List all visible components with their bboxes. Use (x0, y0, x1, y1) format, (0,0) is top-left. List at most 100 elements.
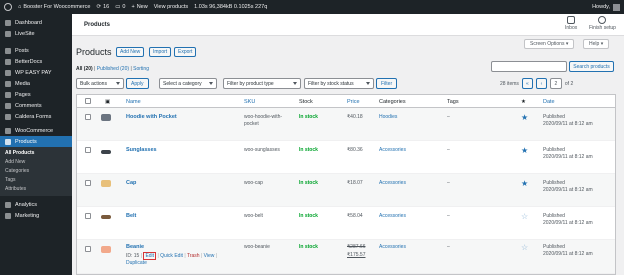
product-thumbnail[interactable] (101, 150, 111, 154)
quick-edit-link[interactable]: Quick Edit (160, 253, 183, 259)
submenu-all-products[interactable]: All Products (0, 149, 72, 158)
sorting-link[interactable]: Sorting (133, 66, 149, 72)
sidebar-item-betterdocs[interactable]: BetterDocs (0, 56, 72, 67)
product-thumbnail[interactable] (101, 180, 111, 187)
comments-link[interactable]: ▭ 0 (115, 4, 125, 10)
category-link[interactable]: Accessories (379, 180, 406, 186)
add-new-button[interactable]: Add New (116, 47, 145, 57)
apply-button[interactable]: Apply (126, 78, 149, 89)
price-text: ₹80.36 (347, 147, 363, 153)
wordpress-logo-icon[interactable] (4, 3, 12, 11)
submenu-attributes[interactable]: Attributes (0, 185, 72, 194)
status-filter-links: All (20) | Published (20) | Sorting (76, 66, 149, 72)
woocommerce-header: Products Inbox Finish setup (72, 14, 624, 36)
table-row: Belt woo-belt In stock ₹58.04 Accessorie… (77, 207, 615, 240)
view-products-link[interactable]: View products (154, 4, 188, 10)
site-name-link[interactable]: ⌂ Booster For Woocommerce (18, 4, 90, 10)
stock-status-select[interactable]: Filter by stock status (304, 78, 374, 89)
updates-link[interactable]: ⟳ 16 (96, 4, 109, 10)
featured-star-empty-icon[interactable]: ☆ (521, 213, 528, 221)
sidebar-item-products[interactable]: Products (0, 136, 72, 147)
screen-options-button[interactable]: Screen Options ▾ (524, 39, 575, 49)
sidebar-item-woocommerce[interactable]: WooCommerce (0, 125, 72, 136)
sidebar-item-wp-easy-pay[interactable]: WP EASY PAY (0, 67, 72, 78)
category-select[interactable]: Select a category (159, 78, 217, 89)
date-text: 2020/09/11 at 8:12 am (543, 121, 593, 127)
product-type-select[interactable]: Filter by product type (223, 78, 301, 89)
avatar (613, 3, 620, 11)
product-name-link[interactable]: Sunglasses (126, 147, 157, 153)
search-input[interactable] (491, 61, 567, 72)
image-column-icon: ▣ (105, 99, 111, 105)
row-checkbox[interactable] (85, 180, 91, 186)
home-icon: ⌂ (18, 4, 22, 10)
featured-star-icon[interactable]: ★ (521, 147, 528, 155)
user-menu[interactable]: Howdy, (592, 0, 620, 14)
bulk-actions-select[interactable]: Bulk actions (76, 78, 124, 89)
filter-button[interactable]: Filter (376, 78, 398, 89)
page-icon (5, 91, 11, 98)
submenu-tags[interactable]: Tags (0, 176, 72, 185)
query-monitor-metrics[interactable]: 1.03s 96,384kB 0.1025s 227q (194, 4, 267, 10)
view-published-link[interactable]: Published (20) (97, 66, 129, 72)
featured-star-icon[interactable]: ★ (521, 180, 528, 188)
sidebar-item-marketing[interactable]: Marketing (0, 210, 72, 221)
edit-link[interactable]: Edit (143, 252, 157, 260)
export-button[interactable]: Export (174, 47, 197, 57)
inbox-button[interactable]: Inbox (565, 16, 577, 31)
duplicate-link[interactable]: Duplicate (126, 260, 147, 266)
sidebar-item-dashboard[interactable]: Dashboard (0, 17, 72, 28)
product-name-link[interactable]: Cap (126, 180, 136, 186)
total-pages: of 2 (564, 80, 574, 87)
sidebar-item-posts[interactable]: Posts (0, 45, 72, 56)
column-date[interactable]: Date (543, 99, 555, 105)
product-thumbnail[interactable] (101, 246, 111, 253)
sidebar-item-pages[interactable]: Pages (0, 89, 72, 100)
row-checkbox[interactable] (85, 213, 91, 219)
view-all-link[interactable]: All (20) (76, 66, 93, 72)
column-categories: Categories (379, 99, 406, 105)
category-link[interactable]: Accessories (379, 213, 406, 219)
date-text: 2020/09/11 at 8:12 am (543, 220, 593, 226)
search-products-button[interactable]: Search products (569, 61, 614, 72)
row-checkbox[interactable] (85, 114, 91, 120)
category-link[interactable]: Hoodies (379, 114, 397, 120)
column-name[interactable]: Name (126, 99, 141, 105)
featured-star-icon[interactable]: ★ (521, 114, 528, 122)
sidebar-item-analytics[interactable]: Analytics (0, 199, 72, 210)
featured-star-empty-icon[interactable]: ☆ (521, 244, 528, 252)
sidebar-item-media[interactable]: Media (0, 78, 72, 89)
chevron-down-icon (116, 82, 120, 85)
stock-status: In stock (299, 244, 318, 250)
category-link[interactable]: Accessories (379, 147, 406, 153)
row-checkbox[interactable] (85, 246, 91, 252)
product-name-link[interactable]: Beanie (126, 244, 144, 250)
column-featured-star-icon[interactable]: ★ (521, 99, 526, 105)
sale-price: ₹175.57 (347, 252, 366, 258)
select-all-checkbox[interactable] (85, 98, 91, 104)
category-link[interactable]: Accessories (379, 244, 406, 250)
column-sku[interactable]: SKU (244, 99, 255, 105)
import-button[interactable]: Import (149, 47, 172, 57)
current-page-input[interactable]: 2 (549, 78, 562, 89)
view-link[interactable]: View (204, 253, 215, 259)
row-checkbox[interactable] (85, 147, 91, 153)
help-button[interactable]: Help ▾ (583, 39, 610, 49)
new-content-link[interactable]: + New (131, 4, 147, 10)
product-name-link[interactable]: Belt (126, 213, 136, 219)
trash-link[interactable]: Trash (187, 253, 200, 259)
finish-setup-button[interactable]: Finish setup (589, 16, 616, 31)
date-status: Published (543, 244, 565, 250)
first-page-button[interactable]: « (521, 78, 533, 89)
product-thumbnail[interactable] (101, 215, 111, 219)
submenu-categories[interactable]: Categories (0, 167, 72, 176)
column-price[interactable]: Price (347, 99, 360, 105)
product-thumbnail[interactable] (101, 114, 111, 121)
product-name-link[interactable]: Hoodie with Pocket (126, 114, 177, 120)
prev-page-button[interactable]: ‹ (535, 78, 547, 89)
submenu-add-new[interactable]: Add New (0, 158, 72, 167)
sidebar-item-caldera-forms[interactable]: Caldera Forms (0, 111, 72, 122)
sidebar-item-livesite[interactable]: LiveSite (0, 28, 72, 39)
sidebar-item-comments[interactable]: Comments (0, 100, 72, 111)
analytics-icon (5, 201, 11, 208)
